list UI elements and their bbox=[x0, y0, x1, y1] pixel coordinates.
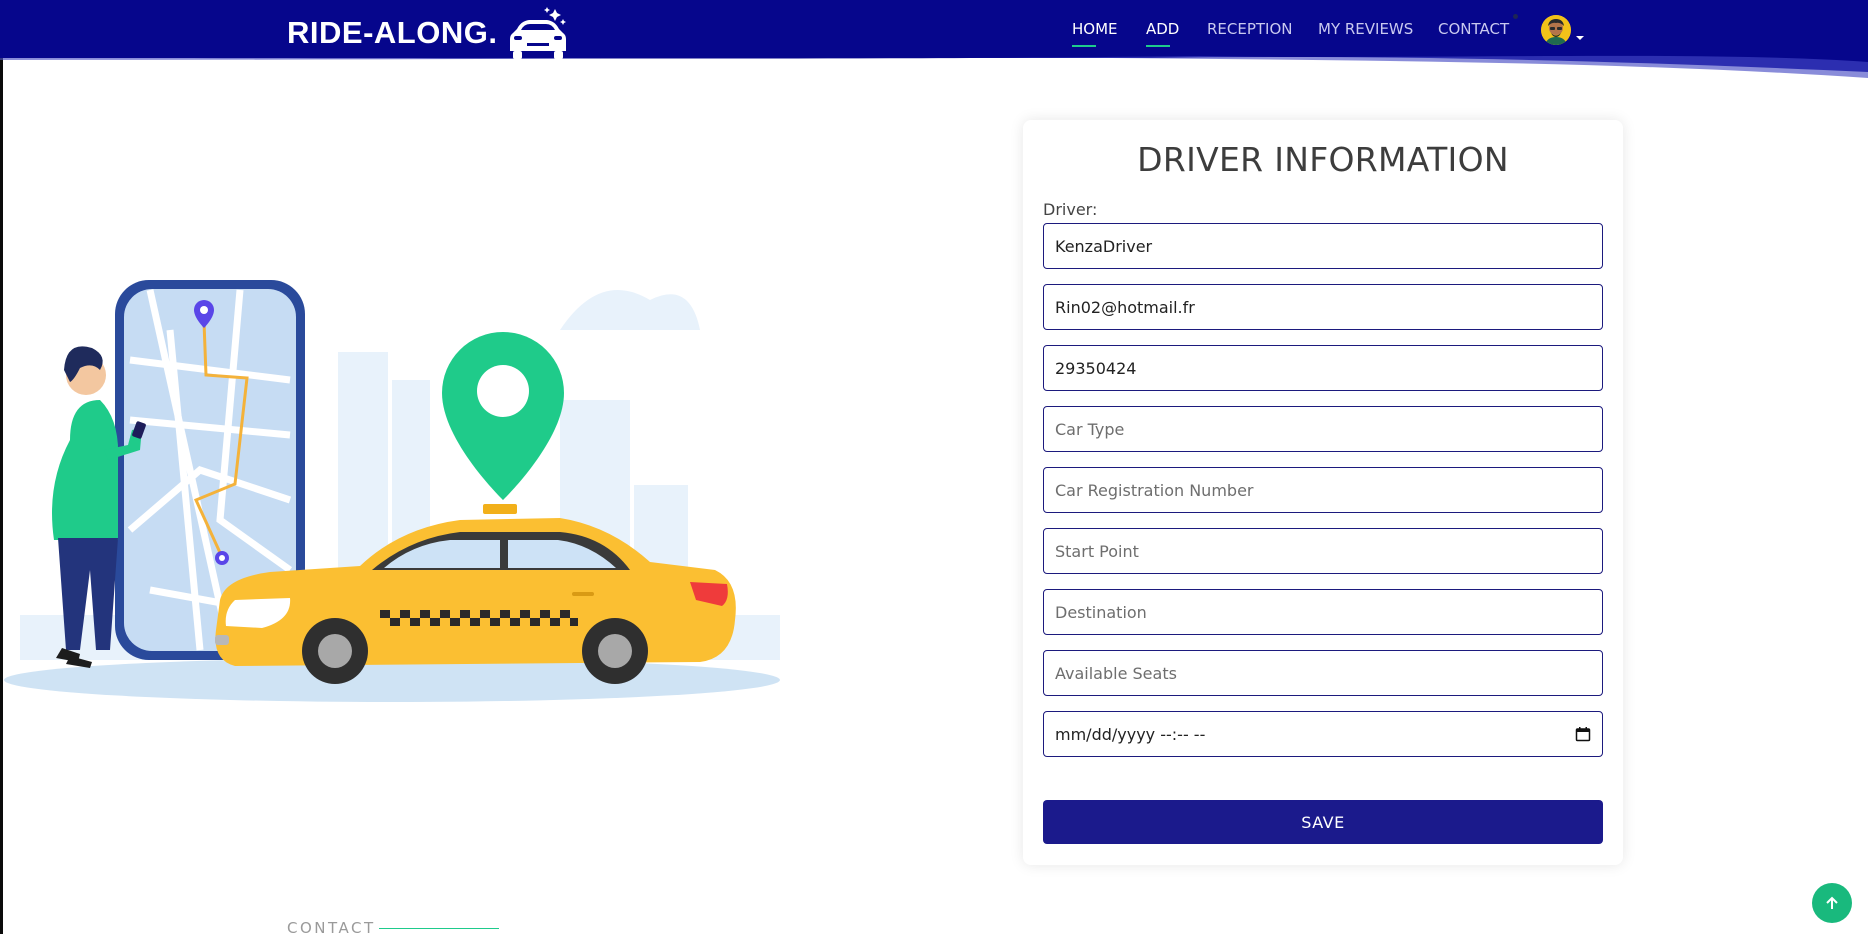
driver-name-field[interactable] bbox=[1043, 223, 1603, 269]
nav-my-reviews-label: MY REVIEWS bbox=[1318, 20, 1414, 38]
nav-contact[interactable]: CONTACT bbox=[1438, 20, 1509, 38]
scroll-to-top-button[interactable] bbox=[1812, 883, 1852, 923]
destination-field[interactable] bbox=[1043, 589, 1603, 635]
brand-name: RIDE-ALONG. bbox=[287, 15, 498, 50]
arrow-up-icon bbox=[1826, 896, 1838, 909]
driver-form-card: DRIVER INFORMATION Driver: mm/dd/yyyy --… bbox=[1023, 120, 1623, 865]
nav-my-reviews[interactable]: MY REVIEWS bbox=[1318, 20, 1413, 38]
email-field[interactable] bbox=[1043, 284, 1603, 330]
location-pin-icon bbox=[442, 332, 564, 500]
datetime-field[interactable]: mm/dd/yyyy --:-- -- bbox=[1043, 711, 1603, 757]
contact-section-label: CONTACT bbox=[287, 919, 376, 937]
nav-add[interactable]: ADD bbox=[1146, 20, 1180, 47]
brand-logo[interactable]: RIDE-ALONG. bbox=[287, 7, 569, 59]
calendar-icon[interactable] bbox=[1575, 726, 1591, 742]
taxi-illustration bbox=[4, 280, 780, 702]
available-seats-field[interactable] bbox=[1043, 650, 1603, 696]
nav-add-label: ADD bbox=[1146, 20, 1180, 38]
contact-divider bbox=[379, 928, 499, 929]
chevron-down-icon[interactable] bbox=[1576, 36, 1584, 40]
car-icon bbox=[510, 7, 567, 59]
nav-reception[interactable]: RECEPTION bbox=[1207, 20, 1293, 38]
save-button[interactable]: SAVE bbox=[1043, 800, 1603, 844]
start-point-field[interactable] bbox=[1043, 528, 1603, 574]
header-background bbox=[0, 0, 1868, 78]
nav-contact-label: CONTACT bbox=[1438, 20, 1510, 38]
nav-home-label: HOME bbox=[1072, 20, 1118, 38]
form-title: DRIVER INFORMATION bbox=[1137, 140, 1509, 179]
nav-reception-label: RECEPTION bbox=[1207, 20, 1293, 38]
nav-add-underline bbox=[1146, 45, 1170, 47]
phone-field[interactable] bbox=[1043, 345, 1603, 391]
car-registration-field[interactable] bbox=[1043, 467, 1603, 513]
car-type-field[interactable] bbox=[1043, 406, 1603, 452]
site-header: RIDE-ALONG. HOME ADD RECEPTION MY REVIEW… bbox=[0, 0, 1868, 80]
datetime-value: mm/dd/yyyy --:-- -- bbox=[1055, 724, 1206, 744]
nav-home-underline bbox=[1072, 45, 1096, 47]
driver-label: Driver: bbox=[1043, 200, 1098, 219]
notification-dot bbox=[1513, 14, 1518, 19]
nav-home[interactable]: HOME bbox=[1072, 20, 1118, 47]
user-avatar-icon[interactable] bbox=[1541, 15, 1571, 45]
